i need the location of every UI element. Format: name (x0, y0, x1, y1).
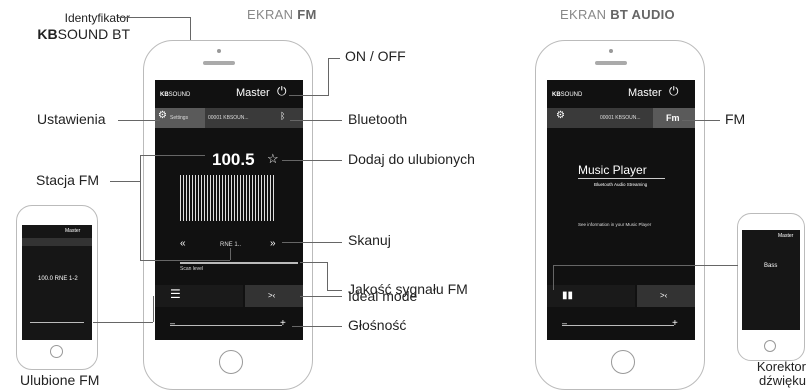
leader-line (327, 262, 328, 290)
speaker-slot (595, 61, 627, 65)
home-button[interactable] (611, 350, 635, 374)
speaker-slot (203, 61, 235, 65)
favorite-star-icon[interactable]: ☆ (267, 151, 279, 167)
leader-line (140, 155, 205, 156)
leader-line (328, 58, 340, 59)
leader-line (327, 290, 342, 291)
volume-minus: – (170, 318, 176, 328)
skanuj-label: Skanuj (348, 232, 391, 248)
bass-label: Bass (764, 263, 778, 269)
fm-label: FM (725, 111, 746, 127)
volume-slider[interactable] (562, 325, 674, 326)
korektor-label: Korektor dźwięku (756, 359, 806, 388)
device-id: 00001 KBSOUN... (208, 115, 249, 121)
bluetooth-icon[interactable]: ᛒ (280, 111, 285, 121)
settings-label: Settings (170, 115, 189, 121)
identyfikator-label: Identyfikator KBSOUND BT (37, 11, 130, 42)
music-player-title: Music Player (578, 163, 647, 177)
scan-level-label: Scan level (180, 266, 204, 272)
leader-line (110, 181, 140, 182)
volume-plus[interactable]: + (280, 318, 286, 329)
camera-dot (609, 49, 613, 53)
master-label: Master (236, 87, 270, 99)
glosnosc-label: Głośność (348, 317, 407, 333)
dodaj-label: Dodaj do ulubionych (348, 151, 475, 167)
equalizer-icon: ▮▮ (562, 290, 574, 301)
leader-line (140, 155, 141, 260)
fm-button-label: Fm (666, 113, 680, 123)
volume-minus: – (562, 318, 568, 328)
bluetooth-label: Bluetooth (348, 111, 408, 127)
station-waveform (180, 175, 276, 221)
volume-slider[interactable] (170, 325, 282, 326)
master-label: Master (778, 233, 794, 239)
leader-line (282, 242, 342, 243)
scan-prev-button[interactable]: « (180, 238, 186, 249)
leader-line (290, 120, 342, 121)
leader-line (328, 58, 329, 95)
info-text: See information in your Music Player (578, 222, 652, 227)
home-button[interactable] (764, 340, 776, 352)
heading-bt-screen: EKRAN BT AUDIO (560, 7, 675, 22)
master-label: Master (65, 228, 81, 234)
leader-line (118, 17, 190, 18)
power-icon[interactable]: ⏻ (277, 84, 287, 99)
app-logo: KBSOUND (552, 92, 583, 98)
app-logo: KBSOUND (160, 92, 191, 98)
leader-line (282, 160, 342, 161)
equalizer-screen (742, 230, 800, 330)
home-button[interactable] (50, 345, 63, 358)
leader-line (300, 296, 342, 297)
home-button[interactable] (219, 350, 243, 374)
ustawienia-label: Ustawienia (37, 111, 106, 127)
gear-icon[interactable]: ⚙ (556, 110, 565, 121)
divider (578, 178, 665, 179)
frequency-display: 100.5 (212, 150, 255, 169)
heading-fm-screen: EKRAN FM (247, 7, 317, 22)
device-id: 00001 KBSOUN... (600, 115, 641, 121)
master-label: Master (628, 87, 662, 99)
leader-line (140, 260, 230, 261)
leader-line (93, 322, 153, 323)
ideal-mode-icon: >‹ (660, 291, 668, 300)
scan-next-button[interactable]: » (270, 238, 276, 249)
leader-line (230, 248, 231, 260)
volume-slider[interactable] (30, 322, 84, 323)
ideal-mode-text: Ideal mode (348, 288, 418, 304)
power-icon[interactable]: ⏻ (669, 84, 679, 99)
leader-line (118, 120, 160, 121)
leader-line (292, 326, 342, 327)
equalizer-button[interactable] (547, 285, 635, 307)
ulubione-label: Ulubione FM (20, 372, 100, 388)
volume-plus[interactable]: + (672, 318, 678, 329)
leader-line (289, 95, 329, 96)
stacja-fm-label: Stacja FM (36, 172, 100, 188)
leader-line (300, 262, 327, 263)
on-off-label: ON / OFF (345, 48, 406, 64)
leader-line (682, 120, 720, 121)
leader-line (553, 265, 738, 266)
signal-quality-bar (180, 262, 298, 264)
streaming-label: Bluetooth Audio Streaming (594, 182, 648, 187)
favorites-toolbar (22, 238, 92, 246)
leader-line (153, 296, 154, 322)
leader-line (553, 265, 554, 290)
list-icon: ☰ (170, 287, 181, 301)
camera-dot (217, 49, 221, 53)
favorite-station[interactable]: 100.0 RNE 1-2 (38, 276, 78, 282)
ideal-mode-icon: >‹ (268, 291, 276, 300)
favorites-button[interactable] (155, 285, 243, 307)
